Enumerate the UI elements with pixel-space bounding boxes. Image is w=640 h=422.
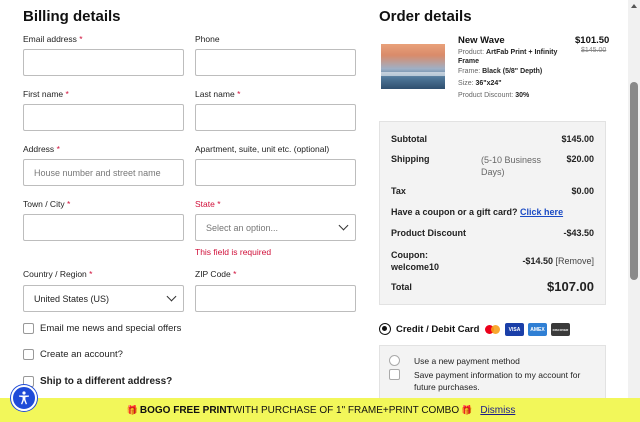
state-label: State * <box>195 199 221 209</box>
banner-strong: BOGO FREE PRINT <box>139 404 233 416</box>
product-old-price: $145.00 <box>581 47 607 54</box>
visa-icon: VISA <box>505 323 524 336</box>
order-title: Order details <box>379 8 472 25</box>
product-name: New Wave <box>458 35 505 46</box>
order-summary: Subtotal $145.00 Shipping (5-10 Business… <box>379 121 606 305</box>
first-name-field[interactable] <box>23 104 184 131</box>
ship-different-label: Ship to a different address? <box>40 376 173 387</box>
zip-label: ZIP Code * <box>195 269 237 279</box>
phone-label: Phone <box>195 34 220 44</box>
checkbox-icon <box>23 349 34 360</box>
gift-icon: 🎁 <box>461 404 473 415</box>
remove-coupon-link[interactable]: [Remove] <box>555 256 594 266</box>
radio-icon <box>389 355 400 366</box>
credit-card-radio[interactable] <box>379 323 391 335</box>
apartment-field[interactable] <box>195 159 356 186</box>
save-payment-option[interactable]: Save payment information to my account f… <box>389 369 599 393</box>
address-field[interactable]: House number and street name <box>23 159 184 186</box>
amex-icon: AMEX <box>528 323 547 336</box>
country-select-value: United States (US) <box>34 293 110 304</box>
checkbox-icon <box>23 323 34 334</box>
promo-banner: 🎁 BOGO FREE PRINT WITH PURCHASE OF 1" FR… <box>0 398 640 422</box>
shipping-row: Shipping (5-10 Business Days) $20.00 <box>391 154 594 177</box>
state-select-value: Select an option... <box>206 222 279 233</box>
product-meta-size: Size: 36"x24" <box>458 80 502 87</box>
product-meta-discount: Product Discount: 30% <box>458 92 530 99</box>
coupon-prompt: Have a coupon or a gift card? Click here <box>391 207 564 217</box>
town-field[interactable] <box>23 214 184 241</box>
email-label: Email address * <box>23 34 83 44</box>
create-account-checkbox[interactable]: Create an account? <box>23 349 123 360</box>
town-label: Town / City * <box>23 199 71 209</box>
banner-text: WITH PURCHASE OF 1" FRAME+PRINT COMBO <box>232 404 460 416</box>
coupon-link[interactable]: Click here <box>520 207 563 217</box>
email-field[interactable] <box>23 49 184 76</box>
tax-row: Tax $0.00 <box>391 186 594 196</box>
scrollbar-thumb[interactable] <box>630 82 638 280</box>
phone-field[interactable] <box>195 49 356 76</box>
new-payment-method-label: Use a new payment method <box>414 356 520 366</box>
state-error: This field is required <box>195 247 272 257</box>
dismiss-link[interactable]: Dismiss <box>480 405 515 416</box>
apartment-label: Apartment, suite, unit etc. (optional) <box>195 144 330 154</box>
ship-different-checkbox[interactable]: Ship to a different address? <box>23 376 172 387</box>
last-name-field[interactable] <box>195 104 356 131</box>
new-payment-method-option[interactable]: Use a new payment method <box>389 355 520 367</box>
country-label: Country / Region * <box>23 269 93 279</box>
discover-icon: DISCOVER <box>551 323 570 336</box>
first-name-label: First name * <box>23 89 69 99</box>
billing-title: Billing details <box>23 8 121 25</box>
save-payment-label: Save payment information to my account f… <box>414 370 581 392</box>
checkbox-icon <box>389 369 400 380</box>
email-news-label: Email me news and special offers <box>40 323 182 334</box>
payment-options-box: Use a new payment method Save payment in… <box>379 345 606 405</box>
gift-icon: 🎁 <box>126 404 138 415</box>
zip-field[interactable] <box>195 285 356 312</box>
chevron-down-icon <box>338 220 349 231</box>
subtotal-row: Subtotal $145.00 <box>391 134 594 144</box>
product-meta-frame: Frame: Black (5/8" Depth) <box>458 68 543 75</box>
accessibility-icon <box>19 391 29 405</box>
address-label: Address * <box>23 144 60 154</box>
product-discount-row: Product Discount -$43.50 <box>391 228 594 238</box>
create-account-label: Create an account? <box>40 349 123 360</box>
accessibility-button[interactable] <box>11 385 37 411</box>
credit-card-label: Credit / Debit Card <box>396 324 480 335</box>
country-select[interactable]: United States (US) <box>23 285 184 312</box>
chevron-down-icon <box>166 291 177 302</box>
total-row: Total $107.00 <box>391 279 594 294</box>
product-meta-product: Product: ArtFab Print + Infinity Frame <box>458 49 558 65</box>
scroll-up-arrow-icon[interactable] <box>631 4 637 8</box>
product-thumbnail[interactable] <box>381 44 445 89</box>
product-price: $101.50 <box>575 35 610 46</box>
email-news-checkbox[interactable]: Email me news and special offers <box>23 323 181 334</box>
coupon-row: Coupon: welcome10 -$14.50 [Remove] <box>391 250 594 272</box>
mastercard-icon <box>483 323 502 336</box>
last-name-label: Last name * <box>195 89 241 99</box>
state-select[interactable]: Select an option... <box>195 214 356 241</box>
